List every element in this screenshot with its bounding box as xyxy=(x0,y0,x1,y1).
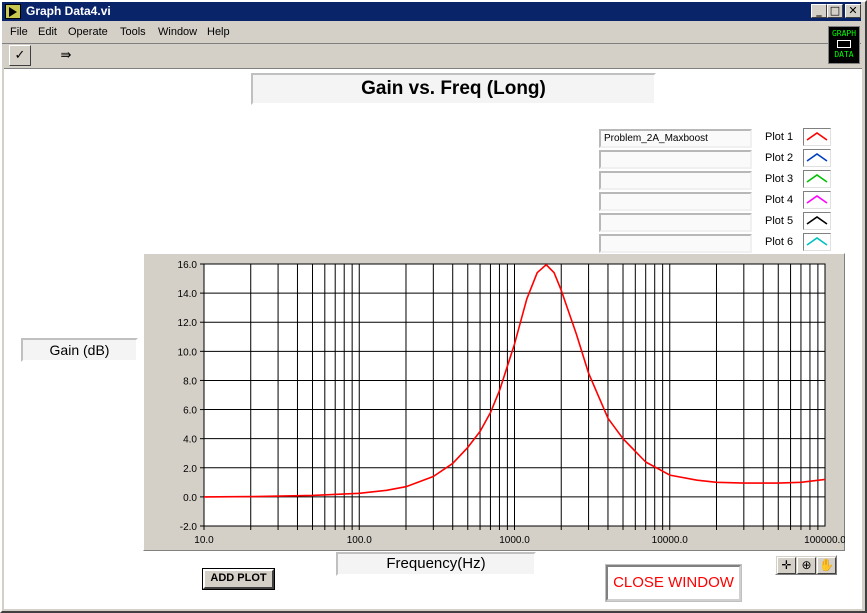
legend-plot-label-4: Plot 4 xyxy=(765,194,794,206)
plot-line-icon xyxy=(806,216,828,225)
menu-help[interactable]: Help xyxy=(207,26,230,38)
y-tick-label: 4.0 xyxy=(183,435,197,446)
plot-line-icon xyxy=(806,153,828,162)
legend-name-6[interactable] xyxy=(599,234,752,253)
x-tick-label: 1000.0 xyxy=(499,535,530,546)
labview-vi-icon xyxy=(5,4,21,19)
x-tick-label: 100000.0 xyxy=(804,535,845,546)
y-tick-label: -2.0 xyxy=(180,522,198,533)
plot-line-icon xyxy=(806,195,828,204)
close-window-x-button[interactable]: ✕ xyxy=(845,4,861,18)
menu-bar: File Edit Operate Tools Window Help xyxy=(2,23,861,42)
legend-swatch-2[interactable] xyxy=(803,149,831,167)
add-plot-button[interactable]: ADD PLOT xyxy=(202,568,275,590)
menu-operate[interactable]: Operate xyxy=(68,26,108,38)
legend-plot-label-1: Plot 1 xyxy=(765,131,794,143)
vi-logo-bottom-text: DATA xyxy=(834,50,854,59)
plot-line-icon xyxy=(806,174,828,183)
legend-swatch-4[interactable] xyxy=(803,191,831,209)
legend-swatch-1[interactable] xyxy=(803,128,831,146)
run-continuously-icon[interactable]: ⇛ xyxy=(55,45,77,66)
x-tick-label: 100.0 xyxy=(347,535,372,546)
close-window-button[interactable]: CLOSE WINDOW xyxy=(605,564,742,602)
y-tick-label: 14.0 xyxy=(178,289,198,300)
legend-plot-label-2: Plot 2 xyxy=(765,152,794,164)
zoom-tool-icon[interactable]: ⊕ xyxy=(797,557,816,574)
legend-name-2[interactable] xyxy=(599,150,752,169)
gain-chart[interactable]: -2.0 0.0 2.0 4.0 6.0 8.0 10.0 12.0 14.0 16.0 10.0 1… xyxy=(143,253,845,551)
y-tick-label: 16.0 xyxy=(178,260,198,271)
x-tick-label: 10.0 xyxy=(194,535,214,546)
y-tick-label: 12.0 xyxy=(178,318,198,329)
title-bar[interactable]: Graph Data4.vi _ □ ✕ xyxy=(2,2,861,21)
x-tick-label: 10000.0 xyxy=(652,535,689,546)
vi-logo-graphic xyxy=(837,40,851,48)
x-axis-label[interactable]: Frequency(Hz) xyxy=(336,552,536,576)
legend-name-1[interactable]: Problem_2A_Maxboost xyxy=(599,129,752,148)
vi-logo-top-text: GRAPH xyxy=(831,29,857,38)
chart-title-field[interactable]: Gain vs. Freq (Long) xyxy=(251,73,656,105)
run-button[interactable]: ✓ xyxy=(9,45,31,66)
legend-name-4[interactable] xyxy=(599,192,752,211)
legend-name-5[interactable] xyxy=(599,213,752,232)
cursor-tool-icon[interactable]: ✛ xyxy=(777,557,796,574)
plot-line-icon xyxy=(806,132,828,141)
menu-edit[interactable]: Edit xyxy=(38,26,57,38)
y-axis-label[interactable]: Gain (dB) xyxy=(21,338,138,362)
pan-tool-icon[interactable]: ✋ xyxy=(817,557,836,574)
vi-logo-icon: GRAPH DATA xyxy=(828,26,860,64)
legend-plot-label-5: Plot 5 xyxy=(765,215,794,227)
y-tick-label: 6.0 xyxy=(183,406,197,417)
legend-plot-label-6: Plot 6 xyxy=(765,236,794,248)
menu-tools[interactable]: Tools xyxy=(120,26,146,38)
window-title: Graph Data4.vi xyxy=(26,4,111,18)
menu-window[interactable]: Window xyxy=(158,26,197,38)
plot-line-icon xyxy=(806,237,828,246)
y-tick-label: 2.0 xyxy=(183,464,197,475)
graph-palette: ✛ ⊕ ✋ xyxy=(775,555,837,575)
toolbar-divider xyxy=(2,43,861,44)
y-tick-label: 10.0 xyxy=(178,347,198,358)
legend-name-3[interactable] xyxy=(599,171,752,190)
minimize-button[interactable]: _ xyxy=(811,4,827,18)
legend-swatch-3[interactable] xyxy=(803,170,831,188)
legend-plot-label-3: Plot 3 xyxy=(765,173,794,185)
menu-file[interactable]: File xyxy=(10,26,28,38)
legend-swatch-6[interactable] xyxy=(803,233,831,251)
maximize-button[interactable]: □ xyxy=(827,4,843,18)
y-tick-label: 0.0 xyxy=(183,493,197,504)
legend-swatch-5[interactable] xyxy=(803,212,831,230)
y-tick-label: 8.0 xyxy=(183,376,197,387)
